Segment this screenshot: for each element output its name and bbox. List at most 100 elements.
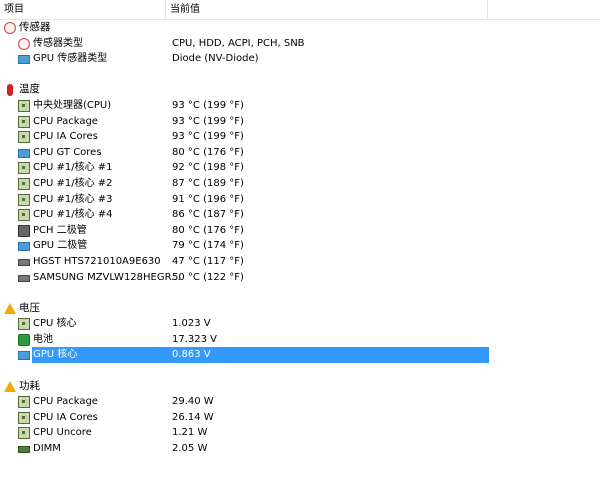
sensor-row[interactable]: 传感器类型 CPU, HDD, ACPI, PCH, SNB — [0, 36, 600, 52]
cpu-chip-icon — [18, 162, 30, 175]
dimm-icon — [18, 446, 30, 454]
sensor-name: PCH 二极管 — [33, 224, 87, 236]
gpu-icon — [18, 55, 30, 65]
sensor-value: 50 °C (122 °F) — [172, 271, 244, 283]
group-label: 温度 — [19, 83, 40, 96]
sensor-value: CPU, HDD, ACPI, PCH, SNB — [172, 37, 305, 49]
gpu-icon — [18, 351, 30, 361]
group-label: 电压 — [19, 301, 40, 314]
sensor-name: CPU 核心 — [33, 318, 77, 330]
sensor-row[interactable]: CPU 核心 1.023 V — [0, 316, 600, 332]
sensor-value: 29.40 W — [172, 396, 214, 408]
sensor-value: 17.323 V — [172, 333, 218, 345]
sensor-value: 80 °C (176 °F) — [172, 224, 244, 236]
sensor-row[interactable]: CPU IA Cores 26.14 W — [0, 410, 600, 426]
cpu-chip-icon — [18, 177, 30, 190]
sensor-name: GPU 传感器类型 — [33, 53, 108, 65]
sensor-row[interactable]: GPU 二极管 79 °C (174 °F) — [0, 238, 600, 254]
sensor-value: 80 °C (176 °F) — [172, 146, 244, 158]
sensor-row[interactable]: HGST HTS721010A9E630 47 °C (117 °F) — [0, 254, 600, 270]
sensor-name: CPU IA Cores — [33, 131, 98, 143]
cpu-chip-icon — [18, 427, 30, 440]
sensor-value: 2.05 W — [172, 443, 208, 455]
sensor-value: 93 °C (199 °F) — [172, 99, 244, 111]
sensor-name: CPU #1/核心 #2 — [33, 177, 113, 189]
sensor-name: CPU IA Cores — [33, 411, 98, 423]
pch-icon — [18, 224, 30, 237]
group-label: 功耗 — [19, 379, 40, 392]
column-header-item[interactable]: 项目 — [0, 0, 166, 20]
hdd-icon — [18, 258, 30, 266]
sensor-name: GPU 核心 — [33, 349, 78, 361]
cpu-chip-icon — [18, 99, 30, 112]
sensor-list: 传感器传感器类型 CPU, HDD, ACPI, PCH, SNB GPU 传感器类… — [0, 20, 600, 457]
sensor-row[interactable]: CPU IA Cores 93 °C (199 °F) — [0, 129, 600, 145]
sensor-value: 92 °C (198 °F) — [172, 162, 244, 174]
sensor-value: 47 °C (117 °F) — [172, 255, 244, 267]
sensor-row[interactable]: CPU Package 29.40 W — [0, 394, 600, 410]
sensor-value: 1.21 W — [172, 427, 208, 439]
sensor-row[interactable]: DIMM 2.05 W — [0, 441, 600, 457]
sensor-icon — [4, 22, 16, 34]
sensor-row[interactable]: CPU GT Cores 80 °C (176 °F) — [0, 145, 600, 161]
sensor-row[interactable]: CPU #1/核心 #3 91 °C (196 °F) — [0, 192, 600, 208]
sensor-name: HGST HTS721010A9E630 — [33, 255, 161, 267]
hdd-icon — [18, 274, 30, 282]
sensor-row[interactable]: 中央处理器(CPU) 93 °C (199 °F) — [0, 98, 600, 114]
group-header[interactable]: 传感器 — [0, 20, 600, 36]
cpu-chip-icon — [18, 396, 30, 409]
sensor-row[interactable]: 电池 17.323 V — [0, 332, 600, 348]
sensor-row[interactable]: PCH 二极管 80 °C (176 °F) — [0, 223, 600, 239]
warning-icon — [4, 302, 16, 314]
group-header[interactable]: 功耗 — [0, 379, 600, 395]
column-header: 项目 当前值 — [0, 0, 600, 20]
sensor-row[interactable]: CPU Package 93 °C (199 °F) — [0, 114, 600, 130]
group-header[interactable]: 电压 — [0, 301, 600, 317]
cpu-chip-icon — [18, 193, 30, 206]
sensor-name: 传感器类型 — [33, 37, 83, 49]
sensor-value: 26.14 W — [172, 411, 214, 423]
thermometer-icon — [7, 84, 13, 97]
sensor-row[interactable]: GPU 核心 0.863 V — [0, 347, 600, 364]
sensor-row[interactable]: CPU #1/核心 #1 92 °C (198 °F) — [0, 160, 600, 176]
sensor-row[interactable]: CPU #1/核心 #2 87 °C (189 °F) — [0, 176, 600, 192]
sensor-name: CPU #1/核心 #3 — [33, 193, 113, 205]
cpu-chip-icon — [18, 131, 30, 144]
sensor-name: CPU GT Cores — [33, 146, 102, 158]
sensor-name: CPU Package — [33, 115, 98, 127]
gpu-icon — [18, 148, 30, 158]
sensor-name: CPU #1/核心 #4 — [33, 209, 113, 221]
warning-icon — [4, 380, 16, 392]
column-header-value[interactable]: 当前值 — [166, 0, 488, 20]
sensor-row[interactable]: CPU #1/核心 #4 86 °C (187 °F) — [0, 207, 600, 223]
cpu-chip-icon — [18, 115, 30, 128]
sensor-name: GPU 二极管 — [33, 240, 88, 252]
group-label: 传感器 — [19, 21, 51, 33]
sensor-value: 86 °C (187 °F) — [172, 209, 244, 221]
sensor-name: 电池 — [33, 333, 53, 345]
sensor-row[interactable]: GPU 传感器类型 Diode (NV-Diode) — [0, 51, 600, 67]
sensor-name: SAMSUNG MZVLW128HEGR... — [33, 271, 181, 283]
cpu-chip-icon — [18, 209, 30, 222]
battery-icon — [18, 333, 30, 346]
sensor-name: CPU Uncore — [33, 427, 92, 439]
cpu-chip-icon — [18, 318, 30, 331]
sensor-value: 79 °C (174 °F) — [172, 240, 244, 252]
sensor-value: 87 °C (189 °F) — [172, 177, 244, 189]
selection-highlight — [32, 347, 489, 364]
sensor-value: 93 °C (199 °F) — [172, 131, 244, 143]
sensor-name: 中央处理器(CPU) — [33, 99, 112, 111]
sensor-row[interactable]: CPU Uncore 1.21 W — [0, 425, 600, 441]
sensor-value: 93 °C (199 °F) — [172, 115, 244, 127]
cpu-chip-icon — [18, 411, 30, 424]
sensor-type-icon — [18, 37, 30, 50]
sensor-row[interactable]: SAMSUNG MZVLW128HEGR... 50 °C (122 °F) — [0, 270, 600, 286]
sensor-name: DIMM — [33, 443, 61, 455]
sensor-value: 0.863 V — [172, 349, 211, 361]
sensor-name: CPU #1/核心 #1 — [33, 162, 113, 174]
sensor-name: CPU Package — [33, 396, 98, 408]
group-header[interactable]: 温度 — [0, 82, 600, 98]
